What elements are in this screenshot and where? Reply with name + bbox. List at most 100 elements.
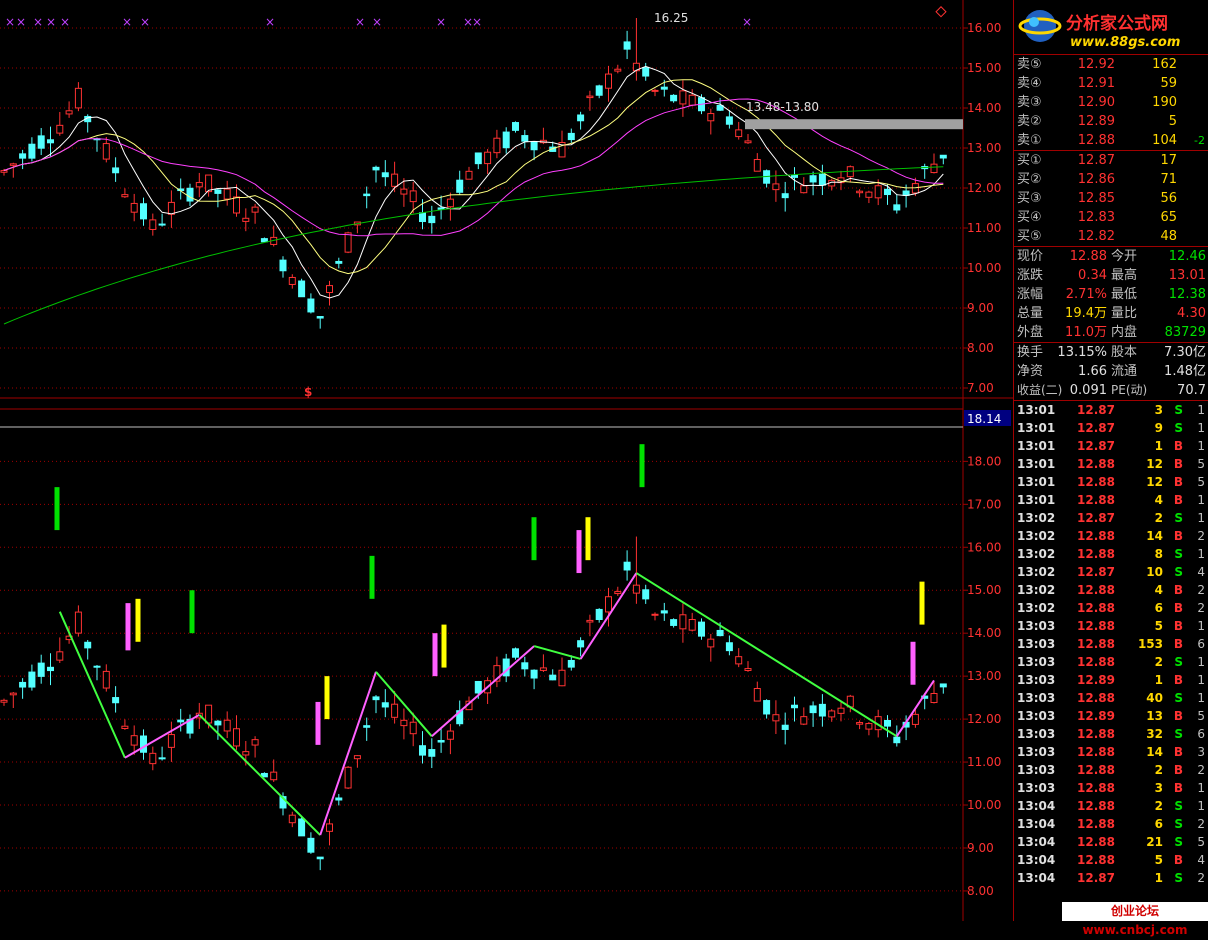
ask-volume: 190 bbox=[1152, 95, 1177, 110]
candle-body bbox=[893, 736, 901, 744]
candle-body bbox=[56, 124, 64, 134]
bid-volume: 65 bbox=[1160, 210, 1177, 225]
y-tick-label: 16.00 bbox=[967, 21, 1001, 35]
tick-volume: 5 bbox=[1154, 619, 1163, 633]
candle-body bbox=[660, 610, 668, 614]
kline-chart[interactable]: 16.00 15.00 14.00 13.00 12.00 11.00 10.00 9.00 8… bbox=[0, 0, 1013, 921]
candle-body bbox=[102, 143, 110, 160]
candle-body bbox=[130, 202, 138, 213]
candle-body bbox=[512, 648, 519, 658]
ask-change bbox=[1177, 55, 1205, 74]
candle-body bbox=[558, 669, 566, 687]
tick-volume: 8 bbox=[1154, 547, 1163, 561]
logo-globe-icon bbox=[1018, 10, 1062, 42]
candle-body bbox=[298, 818, 306, 837]
bid-row: 买④ 12.83 65 bbox=[1014, 208, 1208, 227]
tick-volume: 3 bbox=[1154, 403, 1163, 417]
tick-row: 13:03 12.89 13 B 5 bbox=[1014, 707, 1208, 725]
y-tick-label: 12.00 bbox=[967, 712, 1001, 726]
signal-bar bbox=[315, 701, 321, 745]
candle-body bbox=[688, 94, 696, 106]
candle-body bbox=[0, 170, 8, 173]
tick-volume: 6 bbox=[1154, 601, 1163, 615]
tick-time: 13:04 bbox=[1017, 817, 1056, 831]
candle-body bbox=[9, 163, 17, 166]
tick-row: 13:03 12.88 3 B 1 bbox=[1014, 779, 1208, 797]
tick-row: 13:03 12.88 153 B 6 bbox=[1014, 635, 1208, 653]
tick-time: 13:04 bbox=[1017, 853, 1056, 867]
ask-volume: 104 bbox=[1152, 133, 1177, 148]
candle-body bbox=[437, 740, 445, 743]
tick-side: S bbox=[1174, 871, 1183, 885]
stat-row: 收益(二) 0.091 PE(动) 70.7 bbox=[1014, 381, 1208, 400]
tick-count: 2 bbox=[1197, 763, 1205, 777]
candle-body bbox=[828, 710, 836, 718]
tick-side: B bbox=[1173, 457, 1183, 471]
peak-label: 16.25 bbox=[654, 11, 688, 25]
signal-bar bbox=[125, 603, 131, 651]
ask-row: 卖④ 12.91 59 bbox=[1014, 74, 1208, 93]
candle-body bbox=[288, 814, 296, 824]
y-tick-label: 11.00 bbox=[967, 221, 1001, 235]
tick-volume: 21 bbox=[1146, 835, 1163, 849]
tick-side: S bbox=[1174, 403, 1183, 417]
candle-body bbox=[800, 716, 808, 725]
tick-row: 13:01 12.88 12 B 5 bbox=[1014, 473, 1208, 491]
tick-list[interactable]: 13:01 12.87 3 S 1 13:01 12.87 9 S 1 13:01 12.87 1 B 1 1… bbox=[1014, 401, 1208, 887]
tick-time: 13:01 bbox=[1017, 403, 1056, 417]
bid-label: 买③ bbox=[1017, 191, 1042, 206]
zigzag-segment bbox=[431, 645, 535, 738]
signal-bar bbox=[369, 555, 375, 599]
tick-side: S bbox=[1174, 691, 1183, 705]
candle-body bbox=[791, 174, 798, 178]
top-marker: × bbox=[46, 15, 56, 29]
signal-bar bbox=[576, 530, 582, 574]
candle-body bbox=[177, 719, 185, 723]
tick-count: 2 bbox=[1197, 583, 1205, 597]
candle-body bbox=[47, 139, 54, 144]
stat-label: 内盘 bbox=[1111, 325, 1138, 340]
candle-body bbox=[344, 766, 352, 789]
candle-body bbox=[140, 735, 147, 753]
candle-body bbox=[753, 688, 761, 702]
stat-row: 涨幅 2.71% 最低 12.38 bbox=[1014, 285, 1208, 304]
stat-value: 70.7 bbox=[1177, 383, 1206, 398]
candle-body bbox=[930, 163, 938, 174]
signal-bar bbox=[531, 517, 537, 561]
candle-body bbox=[307, 298, 315, 313]
tick-time: 13:02 bbox=[1017, 601, 1056, 615]
candle-body bbox=[316, 856, 324, 860]
tick-price: 12.88 bbox=[1077, 691, 1115, 705]
tick-side: B bbox=[1173, 583, 1183, 597]
candle-body bbox=[288, 276, 296, 285]
tick-volume: 2 bbox=[1154, 511, 1163, 525]
tick-volume: 6 bbox=[1154, 817, 1163, 831]
tick-side: B bbox=[1173, 475, 1183, 489]
candle-body bbox=[939, 154, 947, 159]
tick-count: 6 bbox=[1197, 727, 1205, 741]
top-marker: × bbox=[436, 15, 446, 29]
tick-row: 13:01 12.87 9 S 1 bbox=[1014, 419, 1208, 437]
candle-body bbox=[809, 175, 817, 183]
tick-count: 2 bbox=[1197, 529, 1205, 543]
tick-time: 13:03 bbox=[1017, 781, 1056, 795]
candle-body bbox=[884, 188, 891, 196]
tick-price: 12.88 bbox=[1077, 475, 1115, 489]
chart-area[interactable]: 16.00 15.00 14.00 13.00 12.00 11.00 10.00 9.00 8… bbox=[0, 0, 1013, 921]
candle-body bbox=[586, 619, 594, 623]
stat-value: 12.46 bbox=[1168, 249, 1206, 264]
tick-row: 13:03 12.88 2 S 1 bbox=[1014, 653, 1208, 671]
candle-body bbox=[577, 114, 585, 122]
tick-time: 13:02 bbox=[1017, 529, 1056, 543]
candle-body bbox=[660, 86, 668, 90]
candle-body bbox=[837, 707, 845, 714]
tick-row: 13:03 12.88 32 S 6 bbox=[1014, 725, 1208, 743]
candle-body bbox=[502, 131, 510, 149]
stat-label: 涨跌 bbox=[1017, 268, 1044, 283]
stat-value: 0.091 bbox=[1069, 383, 1107, 398]
candle-body bbox=[874, 185, 882, 199]
y-tick-label: 15.00 bbox=[967, 61, 1001, 75]
candle-body bbox=[205, 174, 213, 193]
candle-body bbox=[214, 189, 222, 194]
tick-row: 13:02 12.87 10 S 4 bbox=[1014, 563, 1208, 581]
